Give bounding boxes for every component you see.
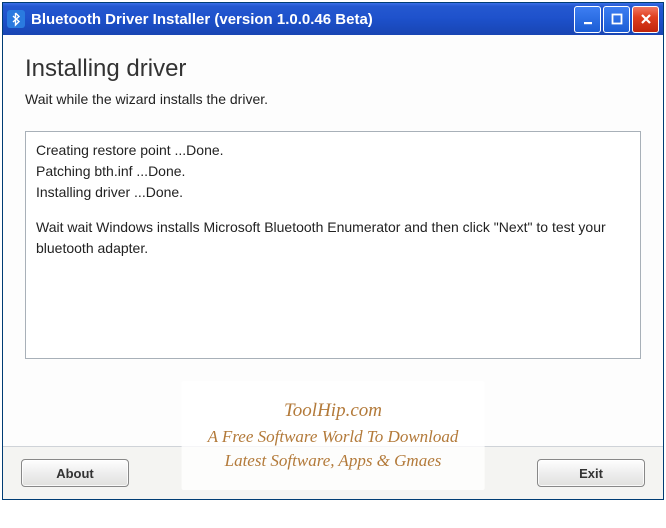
bluetooth-icon <box>7 10 25 28</box>
log-line: Patching bth.inf ...Done. <box>36 161 630 182</box>
exit-button[interactable]: Exit <box>537 459 645 487</box>
page-subheading: Wait while the wizard installs the drive… <box>25 91 641 107</box>
log-wait-text: Wait wait Windows installs Microsoft Blu… <box>36 217 630 259</box>
log-line: Creating restore point ...Done. <box>36 140 630 161</box>
installer-window: Bluetooth Driver Installer (version 1.0.… <box>2 2 664 500</box>
maximize-button[interactable] <box>603 6 630 33</box>
log-line: Installing driver ...Done. <box>36 182 630 203</box>
install-log: Creating restore point ...Done. Patching… <box>25 131 641 359</box>
page-heading: Installing driver <box>25 55 641 83</box>
close-button[interactable] <box>632 6 659 33</box>
button-bar: About Exit <box>3 446 663 499</box>
window-title: Bluetooth Driver Installer (version 1.0.… <box>31 11 574 28</box>
content-area: Installing driver Wait while the wizard … <box>3 35 663 446</box>
window-controls <box>574 6 659 33</box>
minimize-button[interactable] <box>574 6 601 33</box>
title-bar: Bluetooth Driver Installer (version 1.0.… <box>3 3 663 35</box>
about-button[interactable]: About <box>21 459 129 487</box>
